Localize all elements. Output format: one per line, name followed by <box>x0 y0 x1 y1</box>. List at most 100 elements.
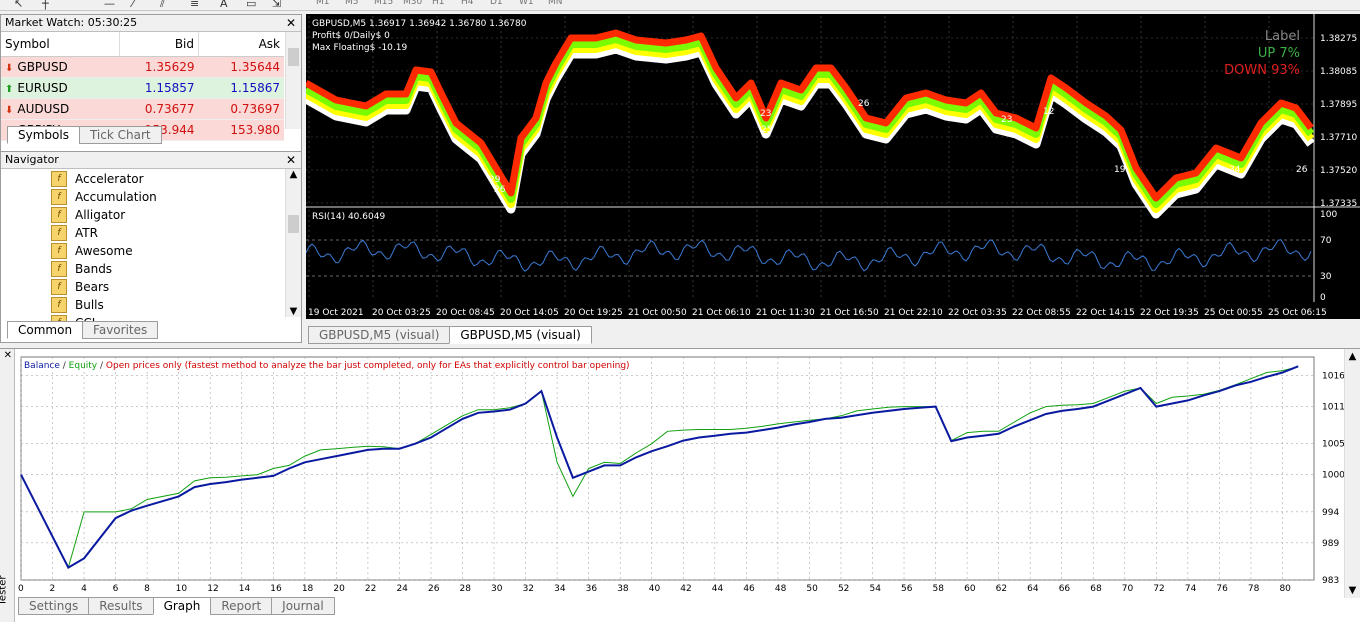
indicator-item[interactable]: f Awesome <box>51 243 133 259</box>
close-icon[interactable]: ✕ <box>4 350 12 361</box>
arrow-up-icon: ⬆ <box>5 84 14 95</box>
tab-graph[interactable]: Graph <box>152 597 212 615</box>
cursor-icon[interactable]: ↖ <box>14 0 23 10</box>
tab-settings[interactable]: Settings <box>18 597 90 615</box>
graph-x-tick: 30 <box>491 584 503 594</box>
time-tick-label: 19 Oct 2021 <box>308 308 364 318</box>
timeframe-h1[interactable]: H1 <box>432 0 445 7</box>
balance-graph: Balance / Equity / Open prices only (fas… <box>18 356 1345 594</box>
scroll-thumb[interactable] <box>288 215 299 233</box>
scroll-down-icon[interactable]: ▼ <box>286 306 301 317</box>
graph-x-tick: 44 <box>712 584 724 594</box>
indicator-item[interactable]: f Alligator <box>51 207 125 223</box>
count-label: 23 <box>760 109 771 119</box>
tab-gbpusd-m5-visual-[interactable]: GBPUSD,M5 (visual) <box>449 326 592 344</box>
price-chart[interactable]: 1.38275 1.38085 1.37895 1.37710 1.37520 1.373… <box>303 14 1360 319</box>
timeframe-h4[interactable]: H4 <box>461 0 474 7</box>
time-tick-label: 22 Oct 14:15 <box>1076 308 1135 318</box>
tab-tick-chart[interactable]: Tick Chart <box>78 126 162 144</box>
down-percent: DOWN 93% <box>1224 63 1300 78</box>
graph-x-tick: 58 <box>933 584 945 594</box>
tab-results[interactable]: Results <box>88 597 154 615</box>
market-watch-scrollbar[interactable] <box>285 32 301 129</box>
graph-x-tick: 20 <box>333 584 345 594</box>
price-tick-label: 1.38275 <box>1320 34 1357 44</box>
graph-y-tick: 989 <box>1322 539 1339 549</box>
quote-bid: 0.73677 <box>119 98 199 120</box>
channel-icon[interactable]: ⫽ <box>160 0 165 10</box>
graph-x-tick: 60 <box>964 584 976 594</box>
symbol-text: AUDUSD <box>17 102 70 116</box>
graph-x-tick: 14 <box>239 584 251 594</box>
tab-gbpusd-m5-visual-[interactable]: GBPUSD,M5 (visual) <box>308 326 451 344</box>
graph-x-tick: 40 <box>649 584 661 594</box>
quote-row[interactable]: ⬇ AUDUSD 0.73677 0.73697 <box>1 98 284 120</box>
timeframe-m1[interactable]: M1 <box>316 0 330 7</box>
scroll-down-icon[interactable]: ▼ <box>1345 585 1360 596</box>
graph-x-tick: 72 <box>1153 584 1164 594</box>
tab-common[interactable]: Common <box>7 321 84 339</box>
indicator-icon: f <box>51 207 67 223</box>
timeframe-d1[interactable]: D1 <box>490 0 503 7</box>
col-bid[interactable]: Bid <box>119 32 199 57</box>
close-icon[interactable]: ✕ <box>286 152 296 168</box>
count-label: 25 <box>761 125 772 135</box>
label-icon[interactable]: ▭ <box>246 0 256 10</box>
graph-x-tick: 34 <box>554 584 566 594</box>
price-chart-canvas[interactable]: 1.38275 1.38085 1.37895 1.37710 1.37520 1.373… <box>303 14 1360 319</box>
indicator-name: Alligator <box>75 208 126 222</box>
indicator-item[interactable]: f Bulls <box>51 297 104 313</box>
count-label: 26 <box>1296 165 1308 175</box>
legend-separator: / <box>60 361 69 371</box>
hline-icon[interactable]: — <box>104 0 115 10</box>
timeframe-m30[interactable]: M30 <box>403 0 422 7</box>
indicator-item[interactable]: f Bears <box>51 279 109 295</box>
tester-scrollbar[interactable]: ▲ ▼ <box>1344 349 1360 598</box>
market-watch-tabs: Symbols Tick Chart <box>7 126 162 144</box>
graph-y-tick: 983 <box>1322 576 1339 586</box>
indicator-item[interactable]: f Accelerator <box>51 171 144 187</box>
graph-x-tick: 4 <box>81 584 87 594</box>
quote-row[interactable]: ⬇ GBPUSD 1.35629 1.35644 <box>1 56 284 78</box>
timeframe-w1[interactable]: W1 <box>519 0 534 7</box>
tab-symbols[interactable]: Symbols <box>7 126 80 144</box>
text-icon[interactable]: A <box>220 0 228 10</box>
time-tick-label: 22 Oct 03:35 <box>948 308 1007 318</box>
col-ask[interactable]: Ask <box>198 32 284 57</box>
graph-x-tick: 22 <box>365 584 376 594</box>
navigator-scrollbar[interactable]: ▲ ▼ <box>285 169 301 317</box>
graph-x-tick: 48 <box>775 584 787 594</box>
tab-favorites[interactable]: Favorites <box>82 321 159 339</box>
timeframe-m15[interactable]: M15 <box>374 0 393 7</box>
graph-x-tick: 70 <box>1122 584 1134 594</box>
price-tick-label: 1.37710 <box>1320 133 1357 143</box>
graph-x-tick: 16 <box>270 584 282 594</box>
rsi-tick-label: 70 <box>1320 236 1332 246</box>
scroll-up-icon[interactable]: ▲ <box>286 169 301 180</box>
trendline-icon[interactable]: ⁄ <box>132 0 134 10</box>
indicator-item[interactable]: f Bands <box>51 261 112 277</box>
indicator-item[interactable]: f ATR <box>51 225 98 241</box>
graph-x-tick: 42 <box>680 584 691 594</box>
quote-symbol: ⬇ GBPUSD <box>1 56 120 78</box>
market-watch-title-text: Market Watch: 05:30:25 <box>5 16 138 29</box>
scroll-thumb[interactable] <box>288 48 299 66</box>
indicator-name: Bears <box>75 280 110 294</box>
navigator-title: Navigator ✕ <box>1 152 301 169</box>
tab-journal[interactable]: Journal <box>271 597 335 615</box>
col-symbol[interactable]: Symbol <box>1 32 120 57</box>
tab-report[interactable]: Report <box>210 597 273 615</box>
scroll-up-icon[interactable]: ▲ <box>1345 351 1360 362</box>
price-tick-label: 1.38085 <box>1320 67 1357 77</box>
indicator-icon: f <box>51 261 67 277</box>
timeframe-m5[interactable]: M5 <box>345 0 359 7</box>
quote-row[interactable]: ⬆ EURUSD 1.15857 1.15867 <box>1 77 284 99</box>
close-icon[interactable]: ✕ <box>286 15 296 31</box>
crosshair-icon[interactable]: ┼ <box>42 0 49 10</box>
arrows-icon[interactable]: ⇲ <box>272 0 281 10</box>
indicator-item[interactable]: f Accumulation <box>51 189 157 205</box>
tester-tabs: Settings Results Graph Report Journal <box>18 597 335 615</box>
graph-x-tick: 52 <box>838 584 849 594</box>
timeframe-mn[interactable]: MN <box>548 0 563 7</box>
fibo-icon[interactable]: ≡ <box>190 0 199 10</box>
